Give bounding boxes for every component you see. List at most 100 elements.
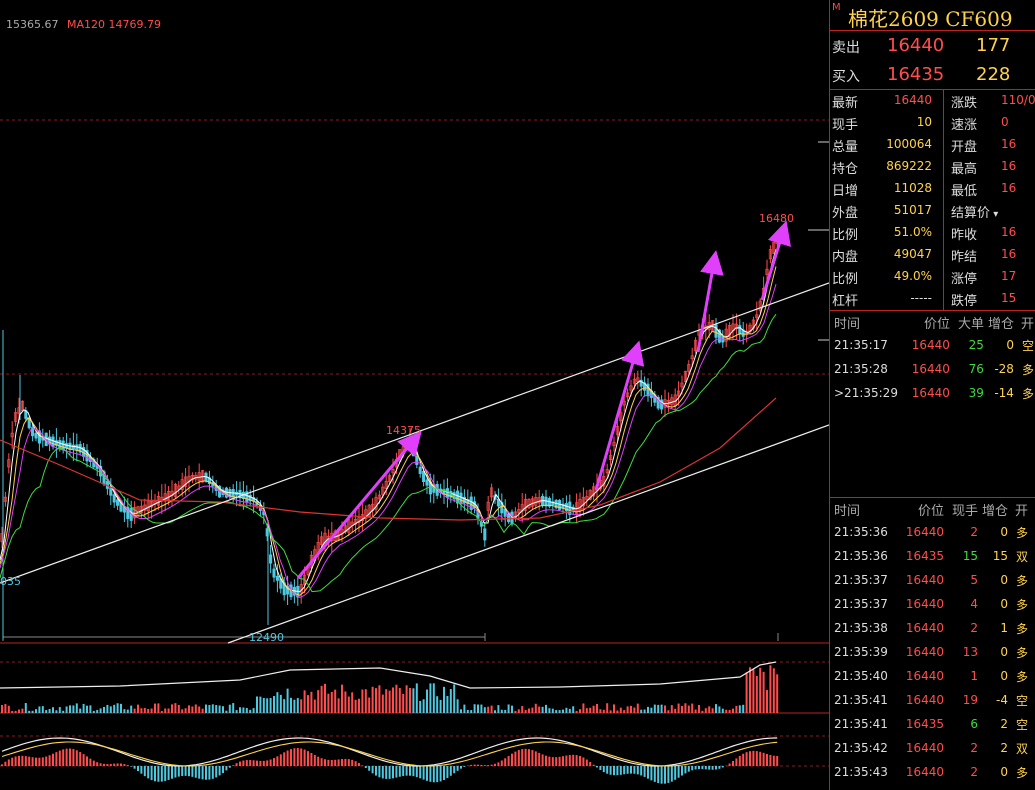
stat-value: 16: [1001, 181, 1017, 195]
stat-label[interactable]: 结算价 ▾: [951, 202, 998, 221]
volume-bar: [684, 703, 687, 713]
candle-body: [738, 325, 742, 335]
macd-bar: [419, 766, 422, 779]
volume-bar: [1, 705, 3, 713]
volume-bar: [419, 700, 422, 713]
table-cell: 21:35:36: [834, 525, 888, 539]
tick-row[interactable]: 21:35:38 16440 2 1 多: [834, 616, 1028, 640]
macd-bar: [341, 759, 343, 766]
volume-bar: [72, 705, 75, 713]
column-header: 价位: [923, 316, 950, 332]
volume-bar: [225, 710, 228, 713]
volume-bar: [92, 710, 95, 713]
macd-bar: [69, 748, 71, 766]
macd-bar: [395, 766, 398, 778]
volume-bar: [562, 709, 564, 713]
table-cell: 21:35:28: [834, 362, 888, 376]
macd-bar: [218, 766, 221, 776]
macd-bar: [568, 754, 571, 766]
stat-value: 10: [916, 115, 932, 129]
macd-bar: [670, 766, 673, 782]
tick-table[interactable]: 时间 价位 现手 增仓开 21:35:36 16440 2 0 多 21:35:36 16435 15…: [834, 498, 1028, 790]
table-cell: 0: [1000, 765, 1008, 779]
macd-bar: [426, 766, 428, 781]
macd-bar: [715, 766, 717, 770]
kline-chart[interactable]: 15365.67 MA120 14769.79 16480 14375 1249…: [0, 0, 829, 790]
macd-bar: [313, 754, 316, 766]
macd-bar: [167, 766, 170, 780]
contract-title[interactable]: 棉花2609 CF609: [848, 3, 1013, 32]
macd-bar: [296, 748, 299, 766]
swing-high-label: 14375: [386, 424, 421, 437]
tick-row[interactable]: 21:35:39 16440 13 0 多: [834, 640, 1028, 664]
volume-bar: [79, 708, 82, 713]
volume-bar: [548, 708, 551, 713]
tick-row[interactable]: 21:35:36 16440 2 0 多: [834, 520, 1028, 544]
macd-bar: [35, 757, 37, 766]
macd-bar: [7, 759, 10, 766]
volume-bar: [715, 704, 717, 713]
tick-row[interactable]: 21:35:37 16440 4 0 多: [834, 592, 1028, 616]
tick-row[interactable]: 21:35:42 16440 2 2 双: [834, 736, 1028, 760]
volume-bar: [143, 707, 146, 713]
stat-label: 最新: [832, 96, 859, 111]
macd-bar: [555, 757, 558, 766]
volume-bar: [164, 708, 167, 713]
macd-bar: [412, 766, 415, 777]
table-cell: 16440: [905, 741, 944, 755]
table-cell: 多: [1015, 765, 1028, 780]
table-cell: 21:35:43: [834, 765, 888, 779]
candle-body: [445, 488, 449, 498]
tick-row[interactable]: 21:35:36 16435 15 15 双: [834, 544, 1028, 568]
tick-row[interactable]: 21:35:41 16440 19 -4 空: [834, 688, 1028, 712]
volume-bar: [232, 703, 235, 713]
tick-row[interactable]: 21:35:37 16440 5 0 多: [834, 568, 1028, 592]
macd-bar: [599, 766, 602, 770]
big-order-row[interactable]: 21:35:28 16440 76 -28 多: [834, 357, 1034, 381]
table-cell: 16440: [911, 386, 950, 400]
volume-bar: [86, 705, 88, 713]
table-cell: 多: [1015, 573, 1028, 588]
macd-bar: [344, 758, 347, 766]
volume-bar: [18, 709, 20, 713]
stat-value: 16: [1001, 159, 1017, 173]
table-cell: 空: [1015, 717, 1028, 732]
macd-bar: [252, 760, 255, 766]
volume-bar: [511, 705, 513, 713]
volume-bar: [344, 691, 347, 713]
channel-lower-line[interactable]: [227, 424, 829, 644]
big-order-row[interactable]: >21:35:29 16440 39 -14 多: [834, 381, 1034, 405]
chevron-down-icon[interactable]: ▾: [990, 209, 998, 220]
volume-bar: [704, 708, 707, 713]
candle-body: [714, 324, 718, 338]
volume-bar: [364, 689, 367, 713]
bid-label: 买入: [832, 69, 860, 85]
tick-row[interactable]: 21:35:40 16440 1 0 多: [834, 664, 1028, 688]
macd-bar: [579, 755, 581, 766]
volume-bar: [147, 709, 150, 713]
tick-row[interactable]: 21:35:43 16440 2 0 多: [834, 760, 1028, 784]
volume-bar: [354, 699, 357, 713]
kline-svg[interactable]: 15365.67 MA120 14769.79 16480 14375 1249…: [0, 0, 829, 790]
volume-bar: [276, 692, 279, 713]
macd-bar: [449, 766, 452, 776]
volume-bar: [205, 704, 207, 713]
macd-bar: [157, 766, 160, 782]
volume-bar: [150, 708, 153, 713]
volume-bar: [514, 710, 517, 713]
volume-bar: [41, 706, 44, 713]
macd-bar: [738, 755, 741, 766]
volume-bar: [266, 698, 269, 713]
big-order-row[interactable]: 21:35:17 16440 25 0 空: [834, 333, 1034, 357]
candle-body: [425, 479, 429, 486]
column-header: 现手: [951, 503, 978, 519]
macd-bar: [769, 754, 772, 766]
macd-bar: [273, 758, 275, 766]
tick-row[interactable]: 21:35:41 16435 6 2 空: [834, 712, 1028, 736]
volume-bar: [616, 710, 619, 713]
table-cell: 多: [1015, 597, 1028, 612]
macd-bar: [487, 765, 490, 766]
macd-bar: [58, 750, 61, 766]
macd-bar: [657, 766, 660, 784]
tick-row[interactable]: 21:35:431644010-7多: [834, 784, 1028, 790]
